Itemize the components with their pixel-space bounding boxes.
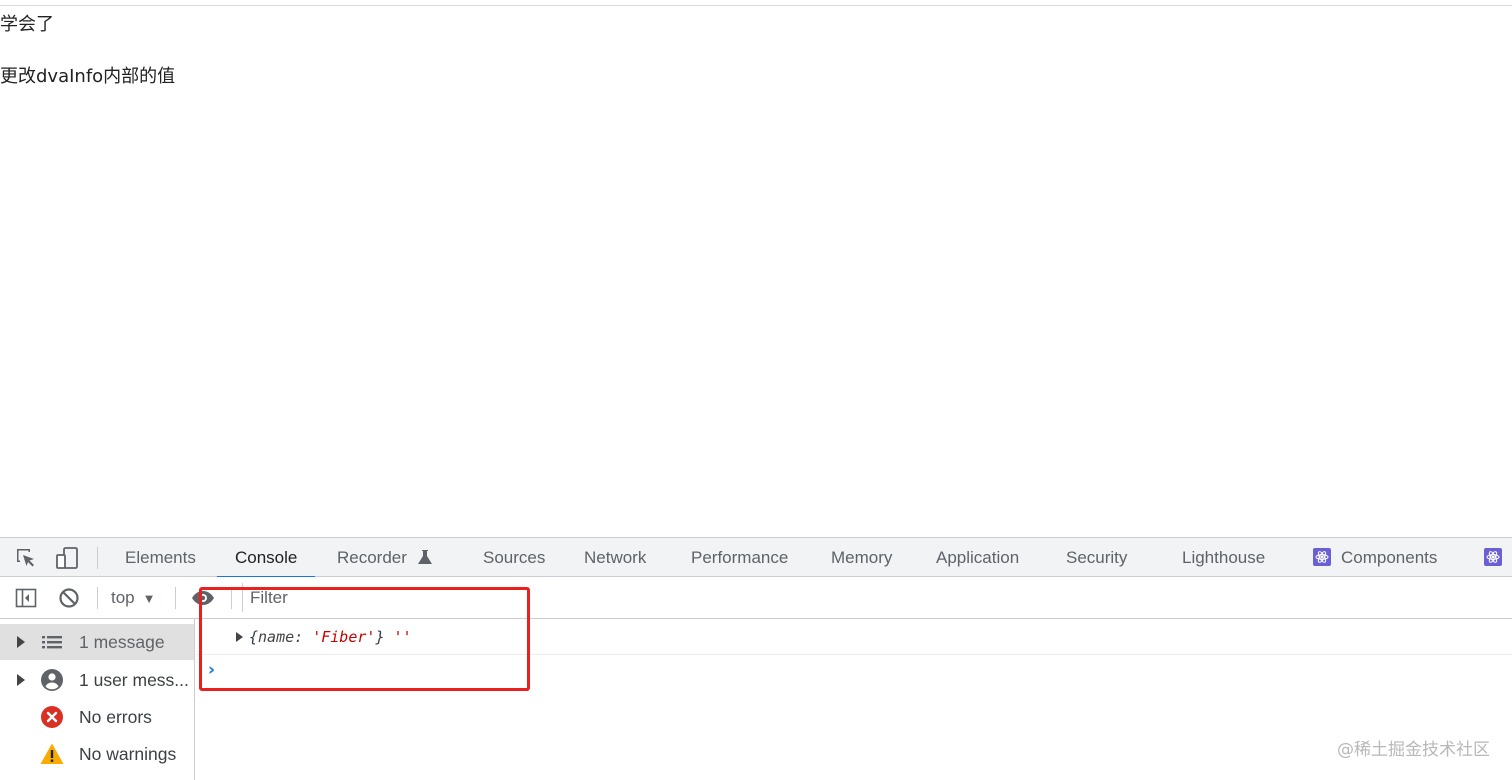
tab-security[interactable]: Security xyxy=(1066,538,1127,577)
user-icon xyxy=(40,668,64,692)
sidebar-item-label: No errors xyxy=(79,707,152,727)
page-text-line-2: 更改dvaInfo内部的值 xyxy=(0,66,176,87)
tab-components[interactable]: Components xyxy=(1313,538,1437,577)
console-prompt[interactable]: › xyxy=(196,656,1512,686)
tab-recorder[interactable]: Recorder xyxy=(337,538,432,577)
context-selector-value: top xyxy=(111,588,135,607)
sidebar-item-user-messages[interactable]: 1 user mess... xyxy=(0,662,194,698)
sidebar-item-label: 1 user mess... xyxy=(79,670,189,690)
viewport-top-border xyxy=(0,5,1512,6)
sidebar-item-warnings[interactable]: No warnings xyxy=(0,736,194,772)
tab-lighthouse[interactable]: Lighthouse xyxy=(1182,538,1265,577)
devtools-tab-bar: Elements Console Recorder Sources Networ… xyxy=(0,537,1512,578)
flask-icon xyxy=(417,540,432,580)
tab-profiler-overflow[interactable] xyxy=(1484,538,1512,577)
sidebar-item-label: 1 message xyxy=(79,632,165,652)
console-output: {name: 'Fiber'} '' › xyxy=(196,619,1512,780)
watermark: @稀土掘金技术社区 xyxy=(1337,740,1490,760)
react-icon xyxy=(1313,548,1331,566)
log-object-value: 'Fiber' xyxy=(312,628,376,646)
log-brace-open: { xyxy=(249,628,259,646)
toolbar-separator xyxy=(175,587,176,609)
console-sidebar: 1 message 1 user mess... No errors No wa… xyxy=(0,619,195,780)
context-selector[interactable]: top ▼ xyxy=(111,577,156,619)
console-toolbar: top ▼ xyxy=(0,577,1512,619)
tab-performance[interactable]: Performance xyxy=(691,538,788,577)
tab-recorder-label: Recorder xyxy=(337,548,407,567)
sidebar-item-label: No warnings xyxy=(79,744,177,764)
error-icon xyxy=(40,705,64,729)
filter-input[interactable] xyxy=(242,583,1512,612)
expand-object-arrow-icon[interactable] xyxy=(236,632,243,642)
log-object-key: name: xyxy=(258,628,313,646)
prompt-chevron-icon: › xyxy=(208,660,216,680)
tab-console[interactable]: Console xyxy=(216,538,316,578)
tab-memory[interactable]: Memory xyxy=(831,538,892,577)
tab-components-label: Components xyxy=(1341,548,1438,567)
toolbar-separator xyxy=(97,587,98,609)
live-expression-eye-icon[interactable] xyxy=(191,586,215,610)
expand-arrow-icon[interactable] xyxy=(17,674,25,686)
tab-elements[interactable]: Elements xyxy=(125,538,196,577)
dropdown-caret-icon: ▼ xyxy=(142,591,156,606)
tab-network[interactable]: Network xyxy=(584,538,646,577)
log-empty-string: '' xyxy=(393,628,412,646)
sidebar-item-messages[interactable]: 1 message xyxy=(0,624,194,660)
react-icon xyxy=(1484,548,1502,566)
page-text-line-1: 学会了 xyxy=(0,14,54,35)
warning-icon xyxy=(40,742,64,766)
devtools-panel: Elements Console Recorder Sources Networ… xyxy=(0,537,1512,780)
toolbar-separator xyxy=(231,587,232,609)
list-icon xyxy=(40,630,64,654)
log-brace-close: } xyxy=(375,628,394,646)
expand-arrow-icon[interactable] xyxy=(17,636,25,648)
tab-sources[interactable]: Sources xyxy=(483,538,545,577)
clear-console-icon[interactable] xyxy=(57,586,81,610)
console-log-message[interactable]: {name: 'Fiber'} '' xyxy=(249,619,412,655)
inspect-element-icon[interactable] xyxy=(14,546,38,570)
sidebar-toggle-icon[interactable] xyxy=(14,586,38,610)
console-log-row[interactable]: {name: 'Fiber'} '' xyxy=(196,619,1512,655)
page-viewport: 学会了 更改dvaInfo内部的值 xyxy=(0,0,1512,537)
tab-application[interactable]: Application xyxy=(936,538,1019,577)
tab-bar-separator xyxy=(97,547,98,569)
device-toolbar-icon[interactable] xyxy=(55,546,79,570)
sidebar-item-errors[interactable]: No errors xyxy=(0,699,194,735)
